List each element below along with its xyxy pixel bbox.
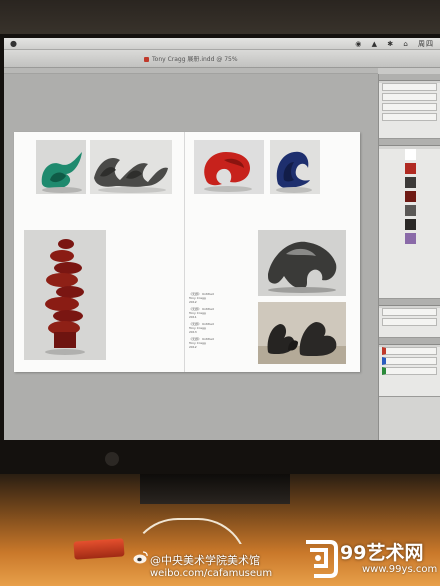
panel-header[interactable] <box>379 139 440 146</box>
side-panels <box>378 74 440 440</box>
photo-red-sculpture[interactable] <box>194 140 264 194</box>
monitor-screen: ● ◉ ▲ ✱ ⌂ 周四 Tony Cragg 展册.indd @ 75% 《无… <box>4 38 440 440</box>
panel-control[interactable] <box>382 318 437 326</box>
panel-control[interactable] <box>382 113 437 121</box>
clock-label[interactable]: 周四 <box>418 40 434 48</box>
status-icon[interactable]: ▲ <box>372 40 378 48</box>
photo-blue-sculpture[interactable] <box>270 140 320 194</box>
status-icon[interactable]: ⌂ <box>403 40 408 48</box>
page-thumbnail[interactable] <box>405 205 416 216</box>
page-thumbnail[interactable] <box>405 233 416 244</box>
red-object-on-desk <box>73 538 125 560</box>
caption-block: 《无题》 Untitled Tony Cragg 2012 《无题》 Untit… <box>189 292 245 349</box>
page-thumbnail[interactable] <box>405 163 416 174</box>
page-thumbnail[interactable] <box>405 149 416 160</box>
swatch-panel <box>379 308 440 338</box>
site-url: www.99ys.com <box>362 564 438 575</box>
properties-panel <box>379 83 440 139</box>
panel-control[interactable] <box>382 308 437 316</box>
weibo-url: weibo.com/cafamuseum <box>150 568 273 579</box>
caption-year: 2012 <box>189 300 197 304</box>
site-logo-icon <box>306 540 338 578</box>
panel-header[interactable] <box>379 299 440 306</box>
spread-gutter <box>184 132 185 372</box>
blue-sculpture-image <box>270 140 320 194</box>
photo-green-sculpture[interactable] <box>36 140 86 194</box>
panel-control[interactable] <box>382 103 437 111</box>
weibo-logo-icon <box>133 551 148 564</box>
page-thumbnail[interactable] <box>405 191 416 202</box>
status-icon[interactable]: ◉ <box>355 40 362 48</box>
panel-header[interactable] <box>379 74 440 81</box>
panel-header[interactable] <box>379 338 440 345</box>
photo-dark-metal-sculpture[interactable] <box>258 230 346 296</box>
caption-year: 2011 <box>189 315 197 319</box>
page-thumbnail[interactable] <box>405 177 416 188</box>
layer-row[interactable] <box>382 347 437 355</box>
panel-control[interactable] <box>382 93 437 101</box>
window-title: Tony Cragg 展册.indd @ 75% <box>144 54 238 63</box>
monitor-stand <box>140 474 290 504</box>
photo-grey-coil-sculpture[interactable] <box>90 140 172 194</box>
caption-year: 2012 <box>189 345 197 349</box>
site-name: 99艺术网 <box>340 542 424 564</box>
menu-status-area: ◉ ▲ ✱ ⌂ 周四 <box>349 39 434 49</box>
links-panel <box>379 149 440 299</box>
page-thumbnail[interactable] <box>405 219 416 230</box>
document-spread[interactable]: 《无题》 Untitled Tony Cragg 2012 《无题》 Untit… <box>14 132 360 372</box>
photo-red-column-sculpture[interactable] <box>24 230 106 360</box>
apple-menu-icon[interactable]: ● <box>10 39 18 48</box>
green-sculpture-image <box>36 140 86 194</box>
menu-bar: ● ◉ ▲ ✱ ⌂ 周四 <box>4 38 440 50</box>
site-watermark: 99艺术网 www.99ys.com <box>300 536 440 584</box>
panel-control[interactable] <box>382 83 437 91</box>
grey-coil-image <box>90 140 172 194</box>
monitor-logo-icon <box>105 452 119 466</box>
photo-dark-figures-sculpture[interactable] <box>258 302 346 364</box>
layers-panel <box>379 347 440 397</box>
room-background-top <box>0 0 440 38</box>
weibo-handle: @中央美术学院美术馆 <box>150 554 260 567</box>
window-titlebar[interactable]: Tony Cragg 展册.indd @ 75% <box>4 50 440 68</box>
layer-row[interactable] <box>382 357 437 365</box>
red-sculpture-image <box>194 140 264 194</box>
red-column-image <box>24 230 106 360</box>
dark-figures-image <box>258 302 346 364</box>
dark-metal-image <box>258 230 346 296</box>
caption-year: 2013 <box>189 330 197 334</box>
layer-row[interactable] <box>382 367 437 375</box>
document-icon <box>144 57 149 62</box>
status-icon[interactable]: ✱ <box>387 40 394 48</box>
